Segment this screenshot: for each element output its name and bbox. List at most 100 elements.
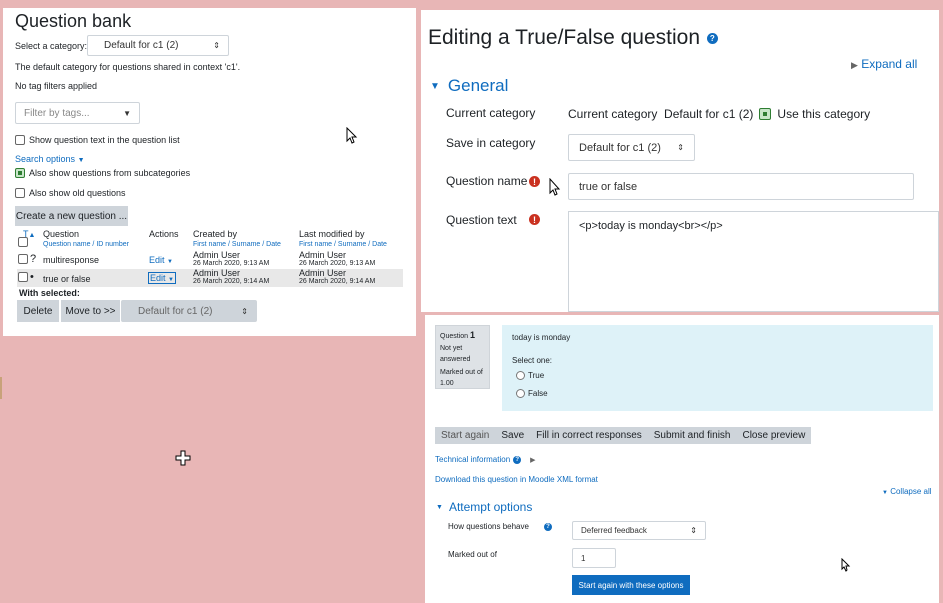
use-category-checkbox[interactable] <box>759 108 772 120</box>
download-xml-link[interactable]: Download this question in Moodle XML for… <box>435 475 598 484</box>
sort-by-name-link[interactable]: Question name <box>43 241 90 248</box>
subcategories-checkbox[interactable] <box>15 168 25 178</box>
subcategories-option: Also show questions from subcategories <box>15 168 190 178</box>
created-by: Admin User <box>193 268 241 278</box>
help-icon[interactable]: ? <box>706 32 718 44</box>
edge-marker <box>0 377 2 399</box>
tag-filter-input[interactable]: Filter by tags... ▼ <box>15 102 140 124</box>
start-again-options-button[interactable]: Start again with these options <box>572 575 690 595</box>
how-behave-label: How questions behave <box>448 522 529 531</box>
question-header: Question <box>43 229 80 239</box>
delete-button[interactable]: Delete <box>17 300 59 322</box>
edit-menu[interactable]: Edit ▼ <box>149 255 173 265</box>
old-questions-option: Also show old questions <box>15 188 126 198</box>
sort-modified-surname-link[interactable]: Surname <box>338 241 366 248</box>
question-text-label: Question text <box>446 213 517 227</box>
modified-sort-links: First name / Surname / Date <box>299 241 387 248</box>
marked-out-of-input[interactable]: 1 <box>572 548 616 568</box>
save-in-category-value: Default for c1 (2) <box>579 141 661 154</box>
question-name: multiresponse <box>43 255 100 265</box>
show-question-text-label: Show question text in the question list <box>29 135 180 145</box>
attempt-options-header[interactable]: ▼ Attempt options <box>436 500 532 514</box>
radio-true[interactable] <box>516 371 525 380</box>
mouse-pointer-icon <box>346 127 358 144</box>
help-icon[interactable]: ? <box>544 523 552 531</box>
general-section-header[interactable]: ▼ General <box>430 76 508 96</box>
question-text-editor[interactable]: <p>today is monday<br></p> <box>568 211 939 312</box>
modified-by: Admin User <box>299 268 347 278</box>
current-category-row: Current category Default for c1 (2) Use … <box>568 107 870 121</box>
edit-menu[interactable]: Edit ▼ <box>148 272 176 284</box>
select-all-checkbox[interactable] <box>18 237 28 247</box>
row-checkbox[interactable] <box>18 272 28 282</box>
category-select-value: Default for c1 (2) <box>104 40 179 51</box>
created-date: 26 March 2020, 9:13 AM <box>193 260 270 267</box>
radio-false[interactable] <box>516 389 525 398</box>
updown-caret-icon: ⇕ <box>690 526 697 535</box>
move-target-value: Default for c1 (2) <box>138 305 213 317</box>
required-icon: ! <box>529 176 540 187</box>
answer-option-true[interactable]: True <box>516 371 544 380</box>
use-category-label: Use this category <box>777 107 871 121</box>
sort-modified-first-link[interactable]: First name <box>299 241 332 248</box>
table-row: • true or false Edit ▼ Admin User 26 Mar… <box>17 268 403 287</box>
create-question-button[interactable]: Create a new question ... <box>15 206 128 226</box>
how-behave-select[interactable]: Deferred feedback ⇕ <box>572 521 706 540</box>
created-sort-links: First name / Surname / Date <box>193 241 281 248</box>
category-selector: Select a category: <box>15 41 87 51</box>
save-in-category-label: Save in category <box>446 136 536 150</box>
updown-caret-icon: ⇕ <box>241 306 248 316</box>
category-description: The default category for questions share… <box>15 62 241 72</box>
created-date: 26 March 2020, 9:14 AM <box>193 278 270 285</box>
close-preview-button[interactable]: Close preview <box>736 427 812 444</box>
search-options-label: Search options <box>15 154 76 164</box>
search-options-toggle[interactable]: Search options ▼ <box>15 154 85 164</box>
sort-modified-date-link[interactable]: Date <box>372 241 387 248</box>
fill-correct-button[interactable]: Fill in correct responses <box>530 427 648 444</box>
sort-created-first-link[interactable]: First name <box>193 241 226 248</box>
save-button[interactable]: Save <box>495 427 531 444</box>
move-target-select[interactable]: Default for c1 (2) ⇕ <box>121 300 257 322</box>
dropdown-caret-icon: ▼ <box>123 108 131 118</box>
mouse-pointer-icon <box>841 558 851 572</box>
old-questions-checkbox[interactable] <box>15 188 25 198</box>
current-category-value: Current category Default for c1 (2) <box>568 107 754 121</box>
category-label: Select a category: <box>15 41 88 51</box>
question-sort-links: Question name / ID number <box>43 241 130 248</box>
technical-information-link[interactable]: Technical information ? ▶ <box>435 455 536 464</box>
submit-finish-button[interactable]: Submit and finish <box>647 427 737 444</box>
sort-by-id-link[interactable]: ID number <box>96 241 129 248</box>
expand-all-link[interactable]: ▶ Expand all <box>851 57 917 71</box>
category-select[interactable]: Default for c1 (2) ⇕ <box>87 35 229 56</box>
sort-created-date-link[interactable]: Date <box>266 241 281 248</box>
show-question-text-checkbox[interactable] <box>15 135 25 145</box>
subcategories-label: Also show questions from subcategories <box>29 168 191 178</box>
row-checkbox[interactable] <box>18 254 28 264</box>
general-section-title: General <box>447 76 509 95</box>
question-label: Question <box>440 333 469 340</box>
question-name: true or false <box>43 274 91 284</box>
edit-title-text: Editing a True/False question <box>428 26 700 49</box>
save-in-category-select[interactable]: Default for c1 (2) ⇕ <box>568 134 695 161</box>
option-true-label: True <box>528 371 545 380</box>
help-icon[interactable]: ? <box>513 455 522 464</box>
created-by-header: Created by <box>193 229 238 239</box>
question-formulation: today is monday Select one: True False <box>502 325 933 411</box>
sort-up-icon: ▲ <box>28 232 36 239</box>
sort-created-surname-link[interactable]: Surname <box>232 241 260 248</box>
option-false-label: False <box>528 389 548 398</box>
how-behave-value: Deferred feedback <box>581 526 647 535</box>
start-again-button[interactable]: Start again <box>435 427 496 444</box>
answer-option-false[interactable]: False <box>516 389 548 398</box>
preview-control-buttons: Start again Save Fill in correct respons… <box>435 427 812 444</box>
question-name-input[interactable]: true or false <box>568 173 914 200</box>
question-marks: Marked out of 1.00 <box>440 369 483 387</box>
move-to-button[interactable]: Move to >> <box>61 300 120 322</box>
tag-filter-placeholder: Filter by tags... <box>24 107 90 119</box>
page-title: Question bank <box>15 11 132 31</box>
question-state: Not yet answered <box>440 345 471 363</box>
collapse-all-link[interactable]: ▼ Collapse all <box>882 487 932 496</box>
edit-label: Edit <box>149 255 165 265</box>
question-name-label: Question name <box>446 174 528 188</box>
truefalse-type-icon: • <box>30 271 34 283</box>
